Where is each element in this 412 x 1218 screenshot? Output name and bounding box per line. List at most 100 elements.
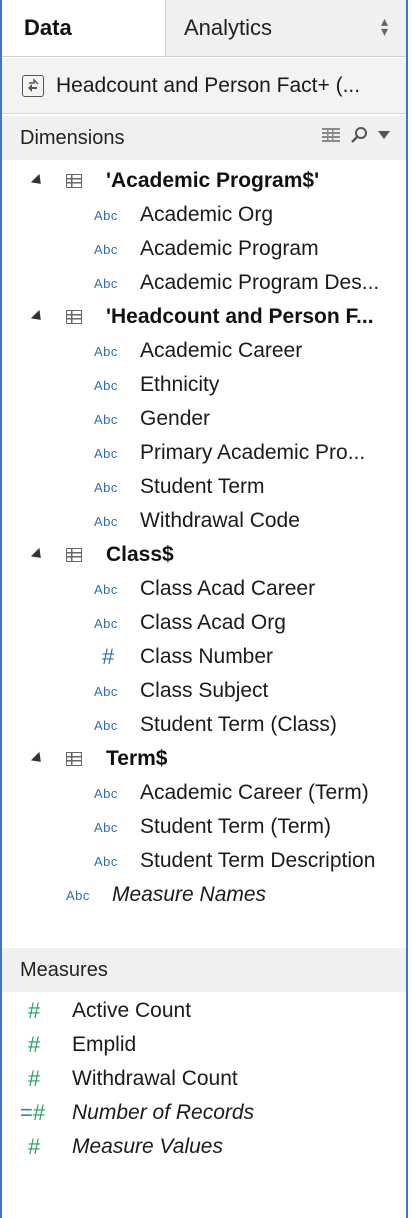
abc-type-icon: Abc bbox=[94, 853, 118, 869]
dimension-group[interactable]: Term$ bbox=[2, 742, 406, 776]
abc-type-icon: Abc bbox=[94, 411, 118, 427]
measure-field[interactable]: =# Number of Records bbox=[2, 1096, 406, 1130]
dimension-field[interactable]: Abc Student Term Description bbox=[2, 844, 406, 878]
dimension-field[interactable]: Abc Academic Career bbox=[2, 334, 406, 368]
datasource-selector[interactable]: Headcount and Person Fact+ (... bbox=[2, 58, 406, 114]
tab-analytics-label: Analytics bbox=[184, 15, 273, 40]
table-icon bbox=[66, 752, 82, 766]
dimension-field[interactable]: Abc Ethnicity bbox=[2, 368, 406, 402]
pane-tabs: Data Analytics ▴ ▾ bbox=[2, 0, 406, 57]
field-label: Academic Career bbox=[140, 339, 303, 362]
field-label: Withdrawal Code bbox=[140, 509, 300, 532]
table-icon bbox=[66, 310, 82, 324]
dimensions-title: Dimensions bbox=[20, 126, 125, 149]
dimension-field[interactable]: Abc Withdrawal Code bbox=[2, 504, 406, 538]
tab-data[interactable]: Data bbox=[2, 0, 166, 56]
group-label: 'Headcount and Person F... bbox=[106, 305, 374, 328]
collapse-caret-icon[interactable] bbox=[30, 309, 46, 325]
abc-type-icon: Abc bbox=[94, 819, 118, 835]
dimension-field[interactable]: Abc Primary Academic Pro... bbox=[2, 436, 406, 470]
field-label: Student Term (Term) bbox=[140, 815, 331, 838]
field-label: Student Term bbox=[140, 475, 265, 498]
collapse-caret-icon[interactable] bbox=[30, 547, 46, 563]
field-label: Class Number bbox=[140, 645, 274, 668]
view-grid-icon[interactable] bbox=[322, 128, 340, 142]
dimensions-header: Dimensions bbox=[2, 116, 406, 160]
dimension-field[interactable]: # Class Number bbox=[2, 640, 406, 674]
field-label: Student Term (Class) bbox=[140, 713, 337, 736]
abc-type-icon: Abc bbox=[94, 785, 118, 801]
field-label: Class Acad Career bbox=[140, 577, 316, 600]
measure-field[interactable]: # Withdrawal Count bbox=[2, 1062, 406, 1096]
dimension-field[interactable]: Abc Academic Org bbox=[2, 198, 406, 232]
dimension-field[interactable]: Abc Academic Program bbox=[2, 232, 406, 266]
field-label: Academic Career (Term) bbox=[140, 781, 369, 804]
dimension-field[interactable]: Abc Gender bbox=[2, 402, 406, 436]
search-icon[interactable] bbox=[350, 126, 368, 144]
field-label: Academic Org bbox=[140, 203, 274, 226]
tab-data-label: Data bbox=[24, 15, 72, 40]
group-label: Term$ bbox=[106, 747, 168, 770]
field-label: Academic Program bbox=[140, 237, 319, 260]
field-label: Measure Values bbox=[72, 1135, 223, 1158]
measure-field[interactable]: # Emplid bbox=[2, 1028, 406, 1062]
dimension-field[interactable]: Abc Class Acad Org bbox=[2, 606, 406, 640]
dimension-field[interactable]: Abc Class Acad Career bbox=[2, 572, 406, 606]
dimension-field[interactable]: Abc Academic Program Des... bbox=[2, 266, 406, 300]
abc-type-icon: Abc bbox=[94, 377, 118, 393]
number-type-icon: # bbox=[102, 644, 115, 669]
field-label: Class Acad Org bbox=[140, 611, 286, 634]
field-label: Measure Names bbox=[112, 883, 267, 906]
measures-header: Measures bbox=[2, 948, 406, 992]
field-label: Emplid bbox=[72, 1033, 137, 1056]
number-type-icon: # bbox=[28, 998, 41, 1023]
dimension-field[interactable]: Abc Student Term bbox=[2, 470, 406, 504]
dimension-group[interactable]: 'Headcount and Person F... bbox=[2, 300, 406, 334]
dimension-group[interactable]: Class$ bbox=[2, 538, 406, 572]
abc-type-icon: Abc bbox=[94, 275, 118, 291]
abc-type-icon: Abc bbox=[94, 615, 118, 631]
dimension-field[interactable]: Abc Class Subject bbox=[2, 674, 406, 708]
dimension-field[interactable]: Abc Academic Career (Term) bbox=[2, 776, 406, 810]
collapse-caret-icon[interactable] bbox=[30, 751, 46, 767]
abc-type-icon: Abc bbox=[94, 241, 118, 257]
abc-type-icon: Abc bbox=[94, 445, 118, 461]
field-label: Active Count bbox=[72, 999, 192, 1022]
abc-type-icon: Abc bbox=[94, 581, 118, 597]
table-icon bbox=[66, 548, 82, 562]
number-type-icon: # bbox=[28, 1066, 41, 1091]
field-label: Gender bbox=[140, 407, 211, 430]
field-label: Academic Program Des... bbox=[140, 271, 380, 294]
field-label: Student Term Description bbox=[140, 849, 376, 872]
abc-type-icon: Abc bbox=[94, 479, 118, 495]
abc-type-icon: Abc bbox=[94, 683, 118, 699]
measure-names-field[interactable]: Abc Measure Names bbox=[2, 878, 406, 912]
data-pane: Data Analytics ▴ ▾ Headcount and Person F… bbox=[0, 0, 408, 1218]
chevron-down-icon[interactable] bbox=[378, 131, 390, 139]
group-label: 'Academic Program$' bbox=[106, 169, 320, 192]
number-type-icon: # bbox=[28, 1134, 41, 1159]
datasource-icon bbox=[22, 74, 44, 97]
field-label: Number of Records bbox=[72, 1101, 255, 1124]
dimension-field[interactable]: Abc Student Term (Term) bbox=[2, 810, 406, 844]
measure-field[interactable]: # Measure Values bbox=[2, 1130, 406, 1164]
field-label: Class Subject bbox=[140, 679, 269, 702]
field-label: Withdrawal Count bbox=[72, 1067, 238, 1090]
abc-type-icon: Abc bbox=[66, 887, 90, 903]
dimension-field[interactable]: Abc Student Term (Class) bbox=[2, 708, 406, 742]
measures-title: Measures bbox=[20, 958, 108, 981]
datasource-label: Headcount and Person Fact+ (... bbox=[56, 73, 361, 97]
number-type-icon: # bbox=[28, 1032, 41, 1057]
table-icon bbox=[66, 174, 82, 188]
collapse-caret-icon[interactable] bbox=[30, 173, 46, 189]
abc-type-icon: Abc bbox=[94, 513, 118, 529]
dimension-group[interactable]: 'Academic Program$' bbox=[2, 164, 406, 198]
measure-field[interactable]: # Active Count bbox=[2, 994, 406, 1028]
tab-analytics[interactable]: Analytics ▴ ▾ bbox=[166, 0, 406, 56]
updown-arrows-icon[interactable]: ▴ ▾ bbox=[381, 14, 388, 38]
abc-type-icon: Abc bbox=[94, 207, 118, 223]
field-label: Ethnicity bbox=[140, 373, 220, 396]
calculated-number-icon: =# bbox=[20, 1100, 46, 1125]
group-label: Class$ bbox=[106, 543, 174, 566]
abc-type-icon: Abc bbox=[94, 717, 118, 733]
